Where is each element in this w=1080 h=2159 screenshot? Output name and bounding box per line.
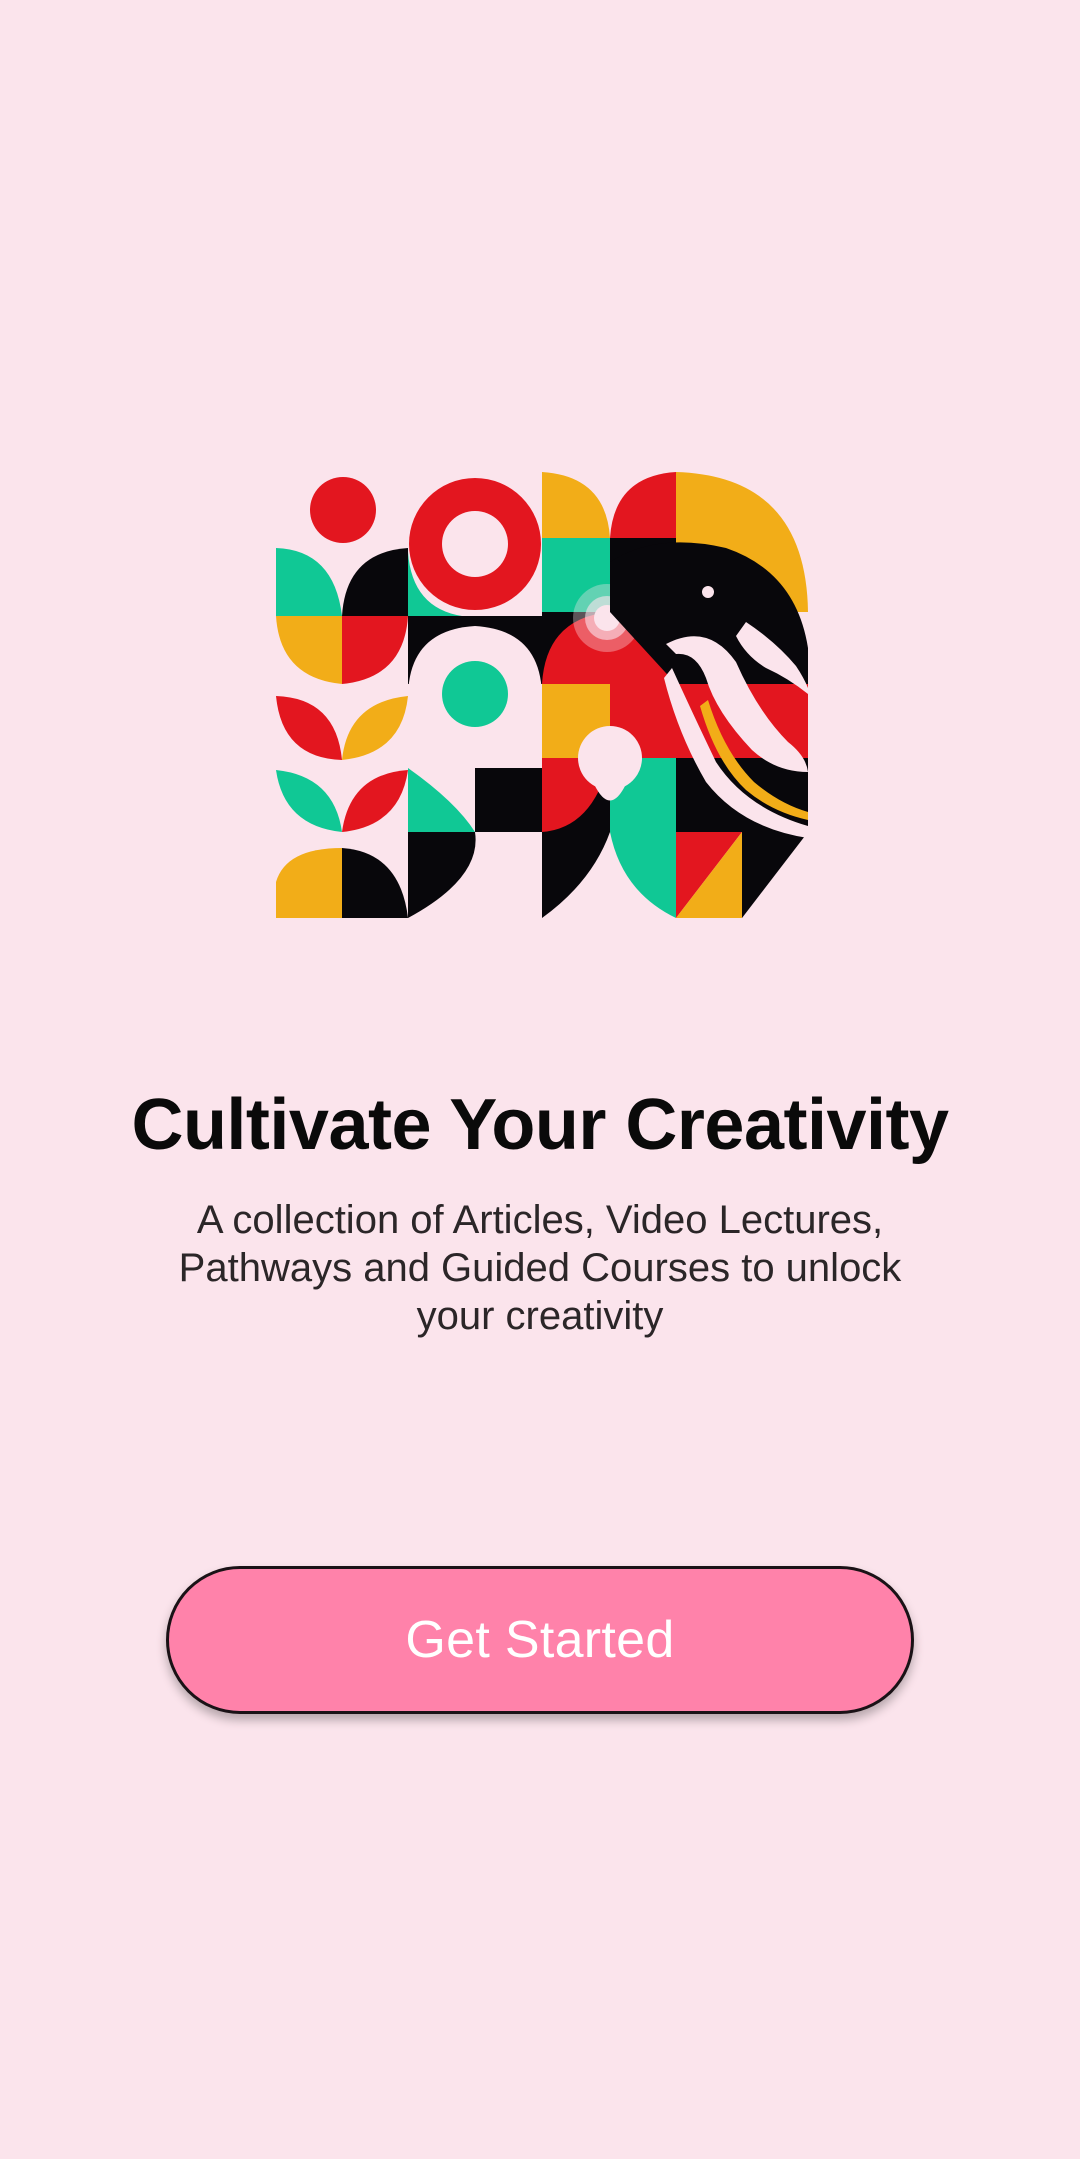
get-started-button[interactable]: Get Started: [166, 1566, 914, 1714]
page-title: Cultivate Your Creativity: [131, 1085, 949, 1165]
page-subtitle: A collection of Articles, Video Lectures…: [178, 1198, 902, 1338]
onboarding-screen: Cultivate Your Creativity A collection o…: [0, 0, 1080, 2159]
geometric-elephant-illustration: [276, 472, 808, 918]
